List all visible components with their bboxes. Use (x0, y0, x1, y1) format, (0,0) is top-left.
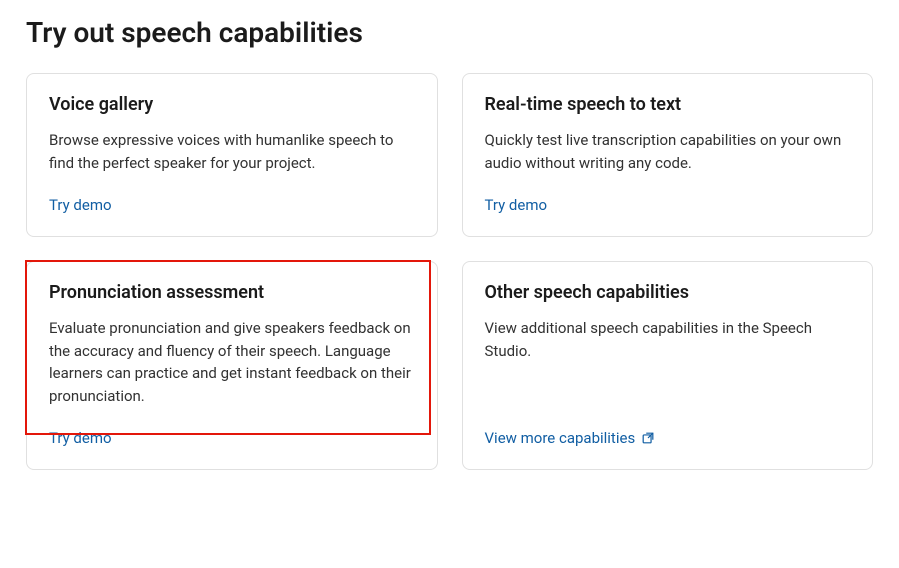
view-more-capabilities-link[interactable]: View more capabilities (485, 429, 656, 447)
card-body: Quickly test live transcription capabili… (485, 129, 851, 174)
link-label: View more capabilities (485, 429, 636, 447)
card-title: Voice gallery (49, 94, 415, 115)
card-voice-gallery: Voice gallery Browse expressive voices w… (26, 73, 438, 237)
open-new-window-icon (641, 431, 655, 445)
card-title: Real-time speech to text (485, 94, 851, 115)
try-demo-link[interactable]: Try demo (49, 429, 112, 447)
page-title: Try out speech capabilities (26, 16, 873, 49)
card-body: Browse expressive voices with humanlike … (49, 129, 415, 174)
card-body: View additional speech capabilities in t… (485, 317, 851, 407)
card-pronunciation-assessment: Pronunciation assessment Evaluate pronun… (26, 261, 438, 470)
card-title: Pronunciation assessment (49, 282, 415, 303)
card-title: Other speech capabilities (485, 282, 851, 303)
capability-card-grid: Voice gallery Browse expressive voices w… (26, 73, 873, 470)
try-demo-link[interactable]: Try demo (49, 196, 112, 214)
card-body: Evaluate pronunciation and give speakers… (49, 317, 415, 407)
card-other-speech-capabilities: Other speech capabilities View additiona… (462, 261, 874, 470)
try-demo-link[interactable]: Try demo (485, 196, 548, 214)
card-realtime-speech-to-text: Real-time speech to text Quickly test li… (462, 73, 874, 237)
